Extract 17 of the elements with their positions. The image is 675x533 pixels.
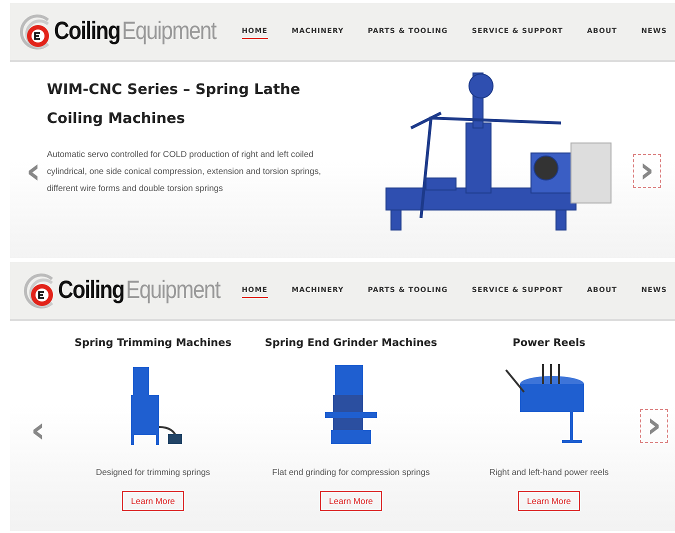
logo-icon xyxy=(22,272,56,308)
logo-icon xyxy=(18,14,52,50)
logo-text: Equipment xyxy=(122,17,216,46)
product-title: Spring End Grinder Machines xyxy=(264,337,438,349)
slide-description: Automatic servo controlled for COLD production of right and left coiled cylindrical, one side conical compression, extension and torsion springs, different wire forms and double torsion springs xyxy=(46,148,322,195)
product-description: Flat end grinding for compression springs xyxy=(272,467,430,477)
product-description: Designed for trimming springs xyxy=(96,467,210,477)
product-title: Spring Trimming Machines xyxy=(74,337,232,349)
learn-more-button[interactable]: Learn More xyxy=(518,491,580,511)
learn-more-button[interactable]: Learn More xyxy=(122,491,184,511)
slide-title: WIM-CNC Series – Spring Lathe Coiling Machines xyxy=(46,81,302,129)
product-description: Right and left-hand power reels xyxy=(489,467,609,477)
logo-text: Equipment xyxy=(126,276,220,305)
logo-text: Coiling xyxy=(54,17,120,46)
product-title: Power Reels xyxy=(512,337,586,349)
logo-text: Coiling xyxy=(58,276,124,305)
learn-more-button[interactable]: Learn More xyxy=(320,491,382,511)
